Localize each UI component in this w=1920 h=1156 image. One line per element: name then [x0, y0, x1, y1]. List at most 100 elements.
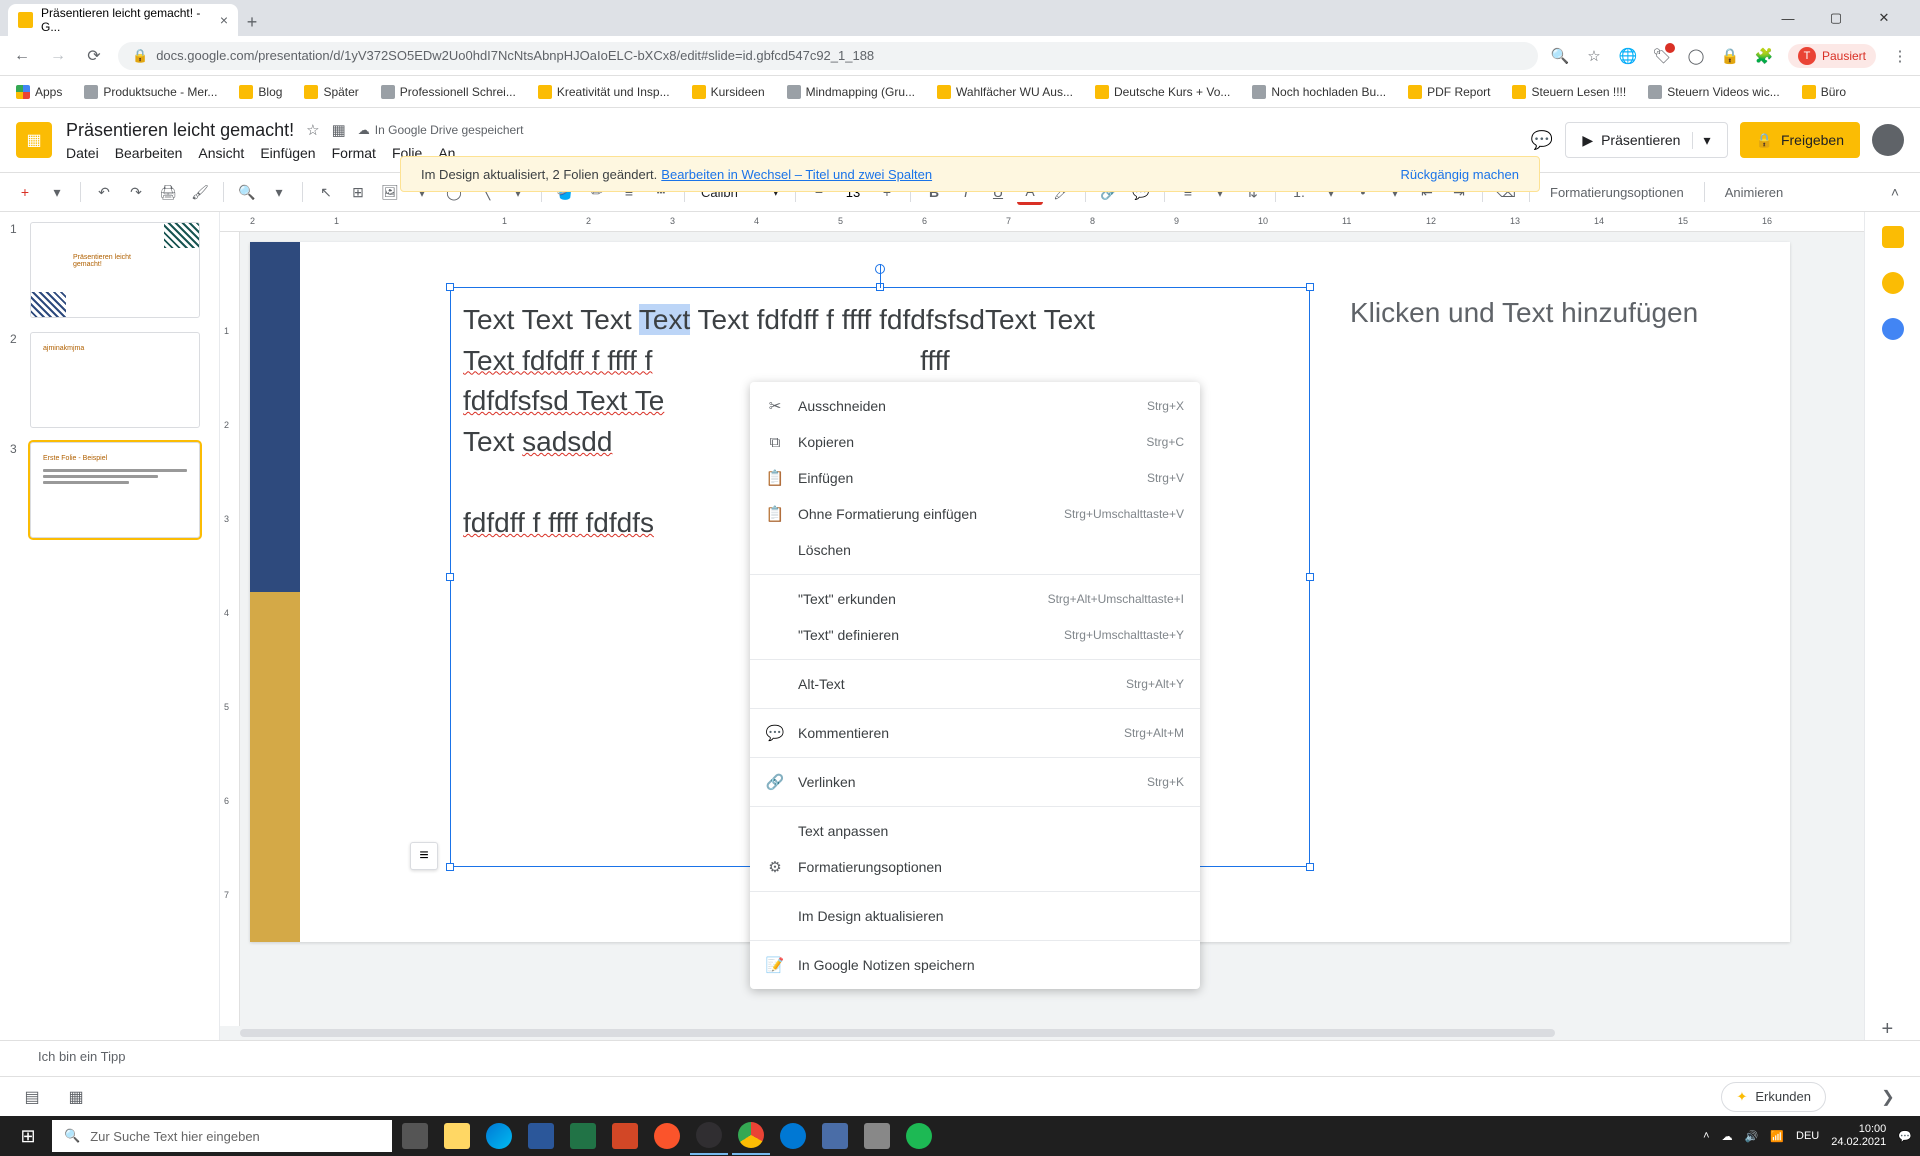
zoom-icon[interactable]: 🔍: [1550, 46, 1570, 66]
circle-icon[interactable]: ◯: [1686, 46, 1706, 66]
onedrive-icon[interactable]: ☁: [1722, 1130, 1733, 1143]
bookmark-item[interactable]: Steuern Videos wic...: [1642, 81, 1786, 103]
move-icon[interactable]: ▦: [332, 121, 346, 139]
tray-clock[interactable]: 10:00 24.02.2021: [1831, 1123, 1886, 1149]
caret2-icon[interactable]: ▾: [266, 179, 292, 205]
resize-handle[interactable]: [1306, 283, 1314, 291]
spotify-icon[interactable]: [900, 1117, 938, 1155]
context-menu-item[interactable]: 🔗 Verlinken Strg+K: [750, 764, 1200, 800]
redo-icon[interactable]: ↷: [123, 179, 149, 205]
context-menu-item[interactable]: Löschen: [750, 532, 1200, 568]
menu-item[interactable]: Bearbeiten: [115, 145, 183, 161]
chrome-icon[interactable]: [732, 1117, 770, 1155]
caret-icon[interactable]: ▾: [44, 179, 70, 205]
start-button[interactable]: ⊞: [8, 1116, 48, 1156]
puzzle-icon[interactable]: 🧩: [1754, 46, 1774, 66]
translate-icon[interactable]: 🌐: [1618, 46, 1638, 66]
notice-link[interactable]: Bearbeiten in Wechsel – Titel und zwei S…: [661, 167, 932, 182]
word-icon[interactable]: [522, 1117, 560, 1155]
keep-icon[interactable]: [1882, 272, 1904, 294]
format-options-button[interactable]: Formatierungsoptionen: [1540, 185, 1694, 200]
print-icon[interactable]: 🖨: [155, 179, 181, 205]
filmstrip-view-icon[interactable]: ▤: [20, 1085, 44, 1109]
wifi-icon[interactable]: 📶: [1770, 1130, 1784, 1143]
chevron-down-icon[interactable]: ▾: [1692, 132, 1710, 149]
present-button[interactable]: ▶ Präsentieren ▾: [1565, 122, 1727, 158]
powerpoint-icon[interactable]: [606, 1117, 644, 1155]
slide-thumbnail[interactable]: Erste Folie - Beispiel: [30, 442, 200, 538]
bookmark-item[interactable]: PDF Report: [1402, 81, 1496, 103]
resize-handle[interactable]: [1306, 573, 1314, 581]
minimize-icon[interactable]: —: [1772, 11, 1804, 26]
edge2-icon[interactable]: [774, 1117, 812, 1155]
textbox-icon[interactable]: ⊞: [345, 179, 371, 205]
context-menu-item[interactable]: "Text" definieren Strg+Umschalttaste+Y: [750, 617, 1200, 653]
bookmark-item[interactable]: Mindmapping (Gru...: [781, 81, 921, 103]
menu-item[interactable]: Einfügen: [260, 145, 315, 161]
doc-title[interactable]: Präsentieren leicht gemacht!: [66, 120, 294, 141]
comments-icon[interactable]: 💬: [1531, 130, 1553, 151]
star-toggle-icon[interactable]: ☆: [306, 121, 319, 139]
explore-button[interactable]: ✦ Erkunden: [1721, 1082, 1826, 1112]
explorer-icon[interactable]: [438, 1117, 476, 1155]
resize-handle[interactable]: [446, 283, 454, 291]
context-menu-item[interactable]: "Text" erkunden Strg+Alt+Umschalttaste+I: [750, 581, 1200, 617]
tasks-icon[interactable]: [1882, 318, 1904, 340]
share-button[interactable]: 🔒 Freigeben: [1740, 122, 1860, 158]
context-menu-item[interactable]: ✂ Ausschneiden Strg+X: [750, 388, 1200, 424]
obs-icon[interactable]: [690, 1117, 728, 1155]
bookmark-item[interactable]: Später: [298, 81, 364, 103]
placeholder-text[interactable]: Klicken und Text hinzufügen: [1350, 297, 1698, 329]
plus-icon[interactable]: +: [1882, 1018, 1904, 1040]
maximize-icon[interactable]: ▢: [1820, 10, 1852, 26]
bookmark-item[interactable]: Apps: [10, 81, 68, 103]
task-view-icon[interactable]: [396, 1117, 434, 1155]
context-menu-item[interactable]: Text anpassen: [750, 813, 1200, 849]
menu-item[interactable]: Format: [332, 145, 376, 161]
undo-link[interactable]: Rückgängig machen: [1400, 167, 1519, 182]
bookmark-item[interactable]: Professionell Schrei...: [375, 81, 522, 103]
app1-icon[interactable]: [816, 1117, 854, 1155]
collapse-icon[interactable]: ˄: [1882, 179, 1908, 205]
paint-format-icon[interactable]: 🖌: [187, 179, 213, 205]
menu-icon[interactable]: ⋮: [1890, 46, 1910, 66]
resize-handle[interactable]: [1306, 863, 1314, 871]
context-menu-item[interactable]: 📝 In Google Notizen speichern: [750, 947, 1200, 983]
resize-handle[interactable]: [876, 283, 884, 291]
close-tab-icon[interactable]: ×: [220, 12, 228, 28]
context-menu-item[interactable]: Im Design aktualisieren: [750, 898, 1200, 934]
zoom-tool-icon[interactable]: 🔍: [234, 179, 260, 205]
resize-handle[interactable]: [446, 573, 454, 581]
menu-item[interactable]: Ansicht: [198, 145, 244, 161]
autofit-button[interactable]: ≡: [410, 842, 438, 870]
bookmark-item[interactable]: Kreativität und Insp...: [532, 81, 676, 103]
language-indicator[interactable]: DEU: [1796, 1130, 1819, 1142]
slide-thumbnail[interactable]: Präsentieren leicht gemacht!: [30, 222, 200, 318]
speaker-notes[interactable]: Ich bin ein Tipp: [0, 1040, 1920, 1076]
slides-logo[interactable]: ▦: [16, 122, 52, 158]
new-tab-button[interactable]: +: [238, 8, 266, 36]
notifications-icon[interactable]: 💬: [1898, 1130, 1912, 1143]
close-window-icon[interactable]: ✕: [1868, 10, 1900, 26]
profile-paused[interactable]: T Pausiert: [1788, 44, 1876, 68]
brave-icon[interactable]: [648, 1117, 686, 1155]
animate-button[interactable]: Animieren: [1715, 185, 1794, 200]
lock-addon-icon[interactable]: 🔒: [1720, 46, 1740, 66]
context-menu-item[interactable]: ⧉ Kopieren Strg+C: [750, 424, 1200, 460]
slide-thumbnail[interactable]: ajminakmjma: [30, 332, 200, 428]
bookmark-item[interactable]: Produktsuche - Mer...: [78, 81, 223, 103]
select-tool-icon[interactable]: ↖: [313, 179, 339, 205]
context-menu-item[interactable]: 📋 Einfügen Strg+V: [750, 460, 1200, 496]
profile-avatar[interactable]: [1872, 124, 1904, 156]
context-menu-item[interactable]: ⚙ Formatierungsoptionen: [750, 849, 1200, 885]
bookmark-item[interactable]: Deutsche Kurs + Vo...: [1089, 81, 1236, 103]
context-menu-item[interactable]: 📋 Ohne Formatierung einfügen Strg+Umscha…: [750, 496, 1200, 532]
browser-tab[interactable]: Präsentieren leicht gemacht! - G... ×: [8, 4, 238, 36]
bookmark-item[interactable]: Kursideen: [686, 81, 771, 103]
tray-chevron-icon[interactable]: ˄: [1703, 1130, 1709, 1142]
bookmark-item[interactable]: Noch hochladen Bu...: [1246, 81, 1392, 103]
windows-search[interactable]: 🔍 Zur Suche Text hier eingeben: [52, 1120, 392, 1152]
menu-item[interactable]: Datei: [66, 145, 99, 161]
star-icon[interactable]: ☆: [1584, 46, 1604, 66]
resize-handle[interactable]: [446, 863, 454, 871]
